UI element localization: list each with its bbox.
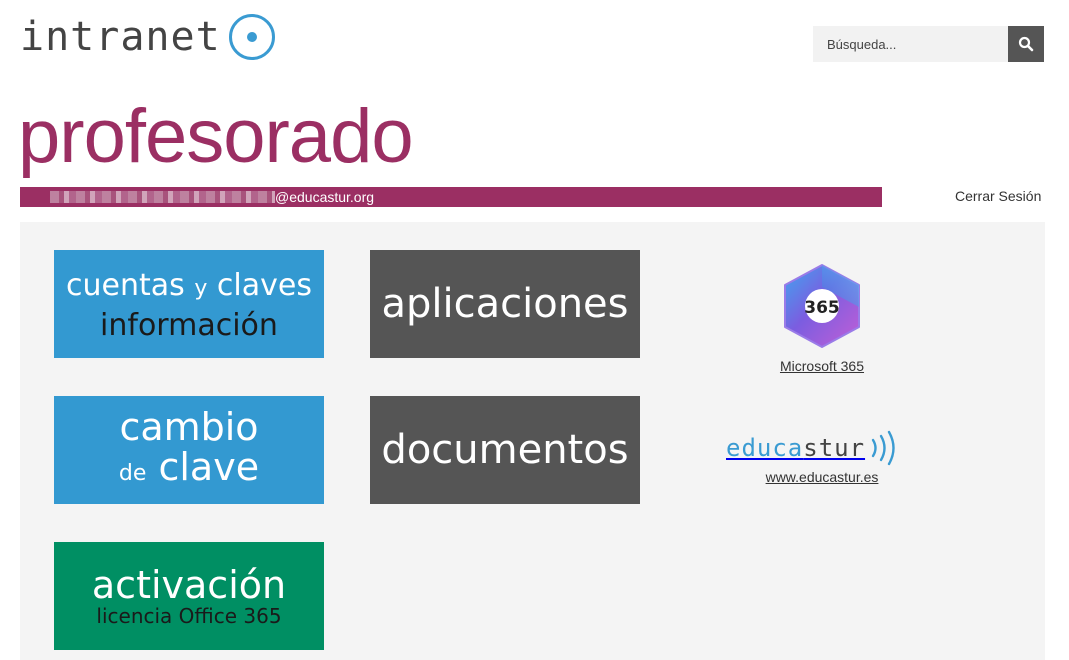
signal-waves-icon [871, 430, 895, 466]
logo-circle-icon [228, 14, 275, 60]
page-title: profesorado [18, 94, 414, 179]
tile-cambio-line1: cambio [119, 404, 259, 449]
educastur-logo-text-a: educa [726, 434, 804, 462]
tile-documentos[interactable]: documentos [370, 396, 640, 504]
search-icon [1018, 36, 1034, 52]
educastur-logo[interactable]: educa stur [726, 428, 903, 468]
user-bar: @educastur.org [20, 187, 882, 207]
tile-cambio-line2: de clave [119, 447, 259, 494]
logo-text: intranet [20, 14, 221, 60]
intranet-logo[interactable]: intranet [20, 12, 275, 62]
tile-aplicaciones[interactable]: aplicaciones [370, 250, 640, 358]
tile-cuentas-line1: cuentas y claves [66, 266, 312, 309]
tile-text: clave [158, 444, 260, 489]
tile-documentos-label: documentos [381, 427, 629, 473]
tile-cambio-clave[interactable]: cambio de clave [54, 396, 324, 504]
tile-cuentas-line2: información [100, 307, 278, 343]
tile-activacion[interactable]: activación licencia Office 365 [54, 542, 324, 650]
tile-text: cuentas [66, 267, 185, 303]
search-button[interactable] [1008, 26, 1044, 62]
microsoft-365-link[interactable]: Microsoft 365 [742, 358, 902, 374]
tile-cuentas-claves[interactable]: cuentas y claves información [54, 250, 324, 358]
tile-text: de [118, 460, 147, 486]
tile-aplicaciones-label: aplicaciones [381, 281, 629, 327]
tile-activacion-line2: licencia Office 365 [96, 604, 282, 628]
search-input[interactable] [813, 26, 1008, 62]
user-name-redacted [50, 191, 275, 203]
educastur-logo-text-b: stur [803, 434, 866, 462]
tile-text: claves [216, 267, 312, 303]
search-form [813, 26, 1044, 62]
educastur-link[interactable]: www.educastur.es [742, 469, 902, 485]
logout-link[interactable]: Cerrar Sesión [955, 188, 1041, 204]
tile-text: y [194, 275, 208, 301]
tile-activacion-line1: activación [91, 563, 287, 607]
ms-badge-text: 365 [804, 298, 840, 318]
microsoft-365-icon[interactable]: 365 [782, 263, 862, 349]
user-email: @educastur.org [275, 189, 375, 205]
